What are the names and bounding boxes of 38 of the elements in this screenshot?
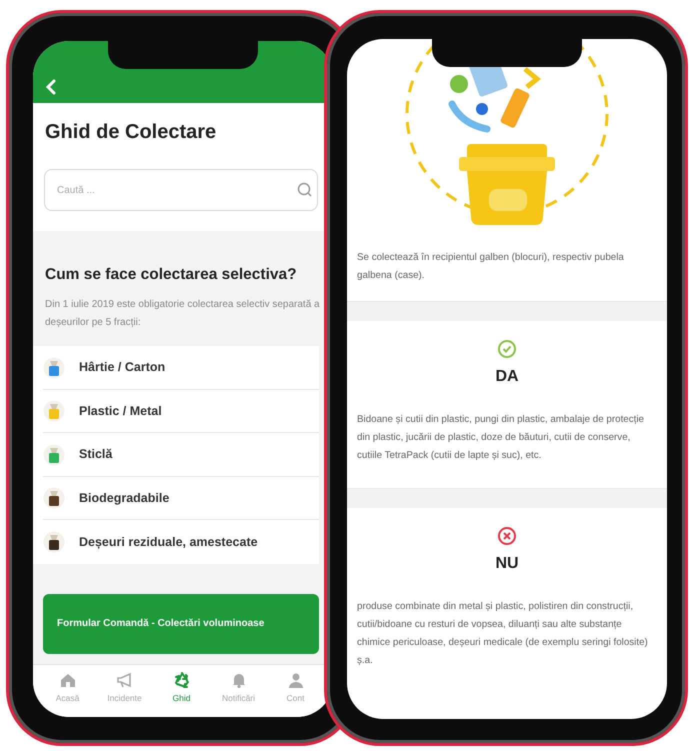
- category-label: Deșeuri reziduale, amestecate: [79, 534, 258, 551]
- search-icon[interactable]: [297, 182, 312, 197]
- order-form-button[interactable]: Formular Comandă - Colectări voluminoase: [43, 594, 319, 654]
- bin-icon: [43, 487, 65, 509]
- tab-item[interactable]: Acasă: [39, 671, 96, 705]
- tab-item[interactable]: Incidente: [96, 671, 153, 705]
- back-icon[interactable]: [45, 79, 57, 95]
- section-title: NU: [494, 554, 520, 574]
- category-label: Hârtie / Carton: [79, 359, 166, 376]
- section-description: Din 1 iulie 2019 este obligatorie colectarea selectiv separată a deșeurilor pe 5 fracții:: [45, 298, 321, 330]
- page-title: Ghid de Colectare: [45, 120, 218, 145]
- search-field[interactable]: Caută ...: [44, 169, 318, 211]
- section-text: produse combinate din metal și plastic, polistiren din construcții, cutii/bidoane cu resturi de vopsea, diluanți sau alte substanțe chimice periculoase, deșeuri medicale (de exemplu seringi folosite) ș.a.: [357, 600, 649, 668]
- bin-description: Se colectează în recipientul galben (blocuri), respectiv pubela galbena (case).: [356, 251, 625, 284]
- category-item[interactable]: Biodegradabile: [43, 476, 319, 520]
- category-label: Biodegradabile: [79, 490, 170, 507]
- tab-item[interactable]: Notificări: [210, 671, 267, 705]
- category-item[interactable]: Plastic / Metal: [43, 390, 319, 434]
- bin-icon: [43, 531, 65, 553]
- megaphone-icon: [116, 671, 134, 690]
- person-icon: [286, 671, 304, 690]
- close-circle-icon: [497, 526, 517, 546]
- category-item[interactable]: Hârtie / Carton: [43, 346, 319, 390]
- tab-item[interactable]: Cont: [267, 671, 324, 705]
- bin-icon: [43, 356, 65, 378]
- tab-item[interactable]: Ghid: [153, 671, 210, 705]
- bin-icon: [43, 444, 65, 466]
- section-text: Bidoane și cutii din plastic, pungi din plastic, ambalaje de protecție din plastic, jucării de plastic, doze de băuturi, cutii de conserve, cutiile TetraPack (cutii de lapte și suc), etc.: [357, 413, 645, 464]
- check-circle-icon: [497, 339, 517, 360]
- category-item[interactable]: Sticlă: [43, 433, 319, 477]
- home-icon: [58, 671, 76, 690]
- section-title: DA: [494, 367, 520, 388]
- category-item[interactable]: Deșeuri reziduale, amestecate: [43, 520, 319, 564]
- bin-icon: [43, 400, 65, 422]
- recycle-icon: [172, 671, 190, 690]
- category-label: Sticlă: [79, 446, 112, 464]
- category-label: Plastic / Metal: [79, 402, 162, 420]
- section-heading: Cum se face colectarea selectiva?: [45, 265, 298, 285]
